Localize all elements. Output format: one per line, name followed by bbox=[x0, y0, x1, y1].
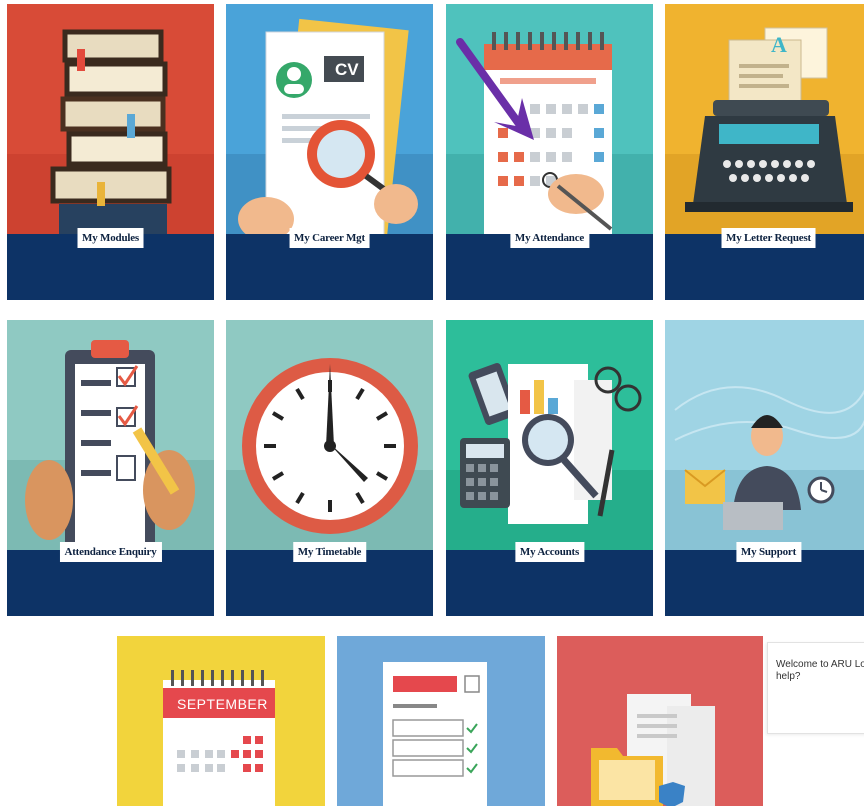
september-calendar-illustration bbox=[163, 670, 275, 806]
tile-label: My Attendance bbox=[509, 228, 590, 248]
letter-a-glyph: A bbox=[771, 32, 787, 57]
tile-calendar-september[interactable]: SEPTEMBER bbox=[117, 636, 325, 806]
tile-my-timetable[interactable]: My Timetable bbox=[226, 320, 433, 616]
tile-my-career-mgt[interactable]: CV My Career Mgt bbox=[226, 4, 433, 300]
form-illustration bbox=[383, 662, 487, 806]
annotation-arrow-icon bbox=[456, 38, 534, 140]
cv-badge: CV bbox=[335, 60, 359, 79]
tile-label: My Letter Request bbox=[721, 228, 816, 248]
tile-label: Attendance Enquiry bbox=[59, 542, 162, 562]
chat-welcome-message: Welcome to ARU Lon help? bbox=[776, 659, 864, 682]
calendar-month-label: SEPTEMBER bbox=[177, 696, 268, 712]
tile-form[interactable] bbox=[337, 636, 545, 806]
tile-label: My Timetable bbox=[292, 542, 367, 562]
tile-label: My Modules bbox=[77, 228, 144, 248]
tile-my-letter-request[interactable]: A My Letter Request bbox=[665, 4, 864, 300]
documents-illustration bbox=[591, 694, 715, 806]
tile-my-accounts[interactable]: My Accounts bbox=[446, 320, 653, 616]
tile-my-support[interactable]: My Support bbox=[665, 320, 864, 616]
tile-label: My Accounts bbox=[514, 542, 585, 562]
tile-label: My Career Mgt bbox=[289, 228, 370, 248]
tile-attendance-enquiry[interactable]: Attendance Enquiry bbox=[7, 320, 214, 616]
tile-label: My Support bbox=[735, 542, 802, 562]
tile-my-modules[interactable]: My Modules bbox=[7, 4, 214, 300]
chat-widget[interactable]: Welcome to ARU Lon help? bbox=[767, 642, 864, 734]
tile-documents[interactable] bbox=[557, 636, 763, 806]
